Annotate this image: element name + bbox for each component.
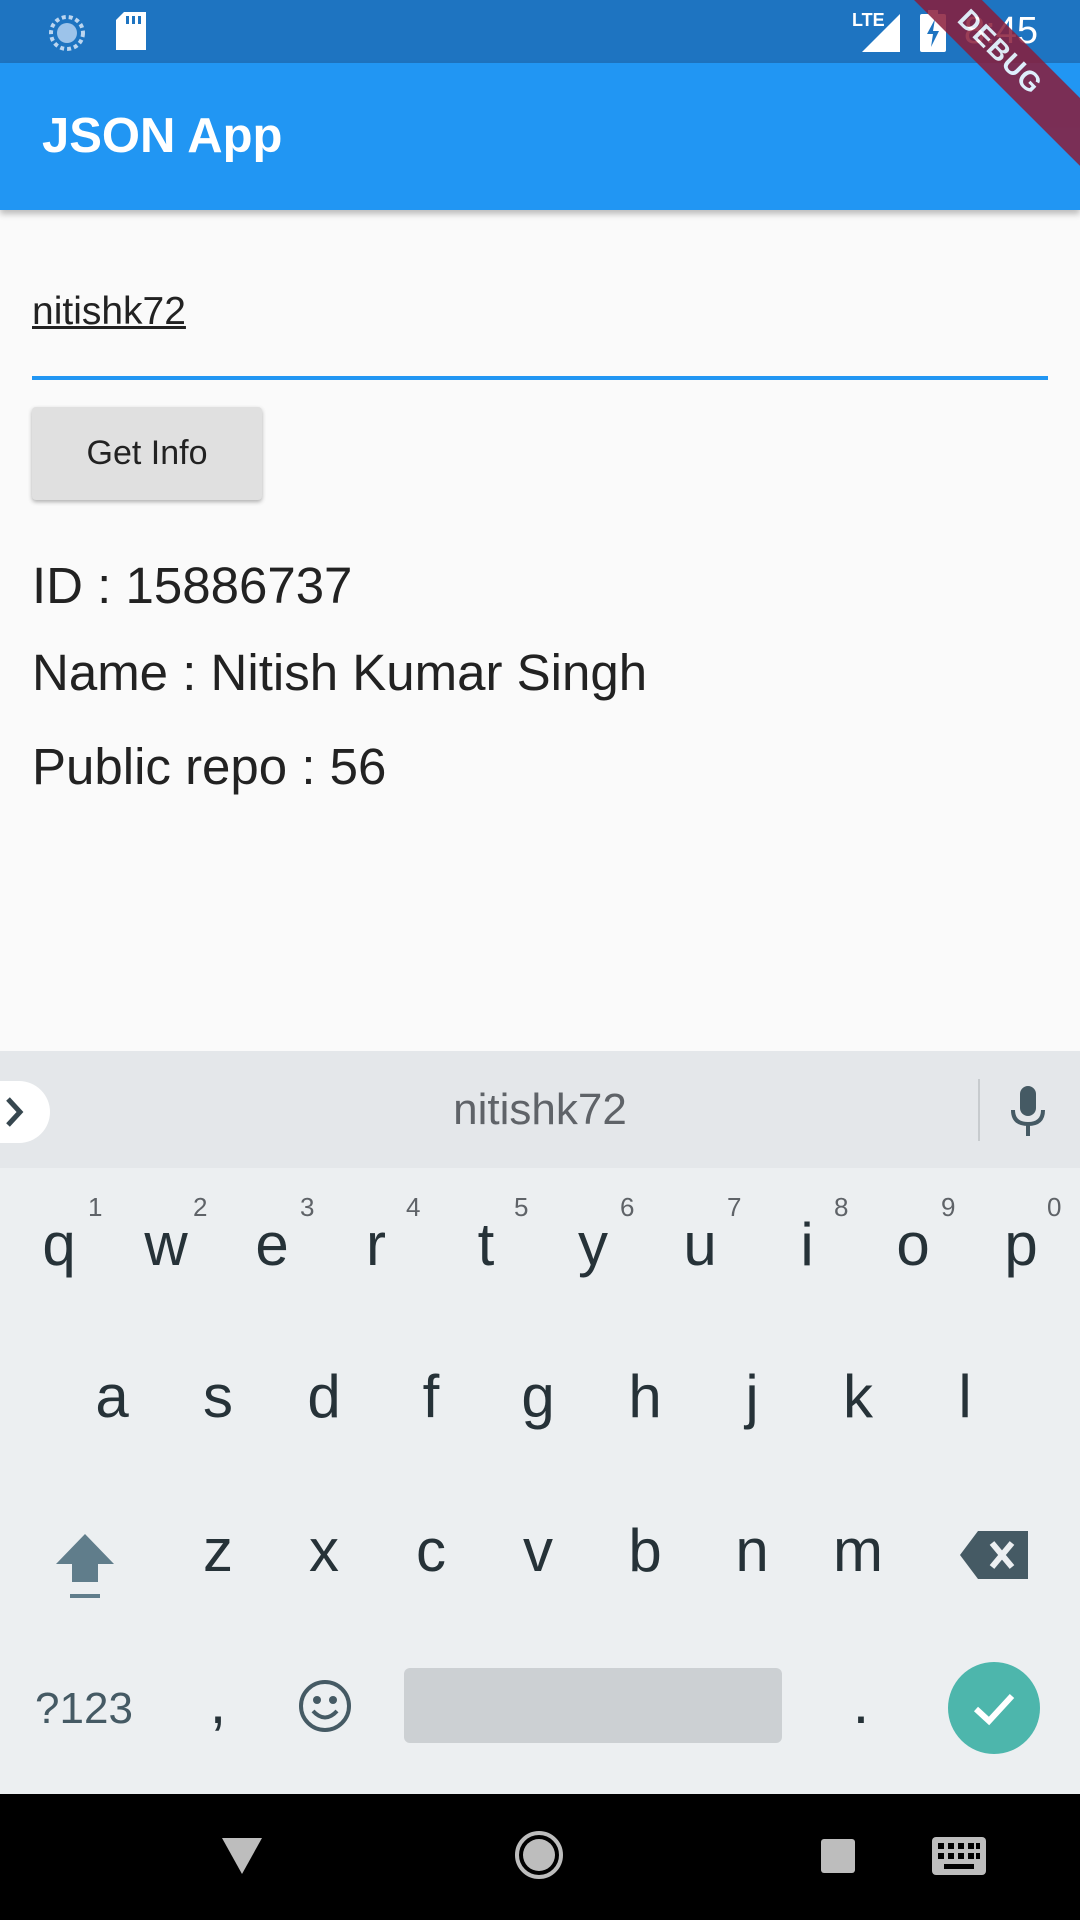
key-j[interactable]: j	[702, 1362, 802, 1431]
key-m[interactable]: m	[808, 1516, 908, 1585]
key-hint: 1	[88, 1192, 103, 1222]
backspace-icon[interactable]	[960, 1531, 1028, 1579]
key-hint: 6	[620, 1192, 635, 1222]
recents-icon[interactable]	[821, 1839, 855, 1873]
get-info-button[interactable]: Get Info	[32, 407, 262, 500]
key-b[interactable]: b	[595, 1516, 695, 1585]
symbols-key[interactable]: ?123	[34, 1684, 134, 1734]
key-hint: 3	[300, 1192, 315, 1222]
key-h[interactable]: h	[595, 1362, 695, 1431]
user-name-text: Name : Nitish Kumar Singh	[32, 644, 648, 701]
key-g[interactable]: g	[488, 1362, 588, 1431]
shift-icon[interactable]	[50, 1530, 120, 1602]
username-field[interactable]: nitishk72	[32, 290, 1048, 382]
key-hint: 4	[406, 1192, 421, 1222]
key-z[interactable]: z	[168, 1516, 268, 1585]
key-comma[interactable]: ,	[168, 1668, 268, 1737]
username-input[interactable]: nitishk72	[32, 290, 186, 334]
emoji-icon[interactable]	[297, 1678, 353, 1734]
back-icon[interactable]	[222, 1838, 262, 1874]
suggestion-divider	[978, 1079, 980, 1141]
done-button[interactable]	[948, 1662, 1040, 1754]
key-s[interactable]: s	[168, 1362, 268, 1431]
app-title: JSON App	[42, 109, 283, 163]
key-k[interactable]: k	[808, 1362, 908, 1431]
space-key[interactable]	[404, 1668, 782, 1743]
key-period[interactable]: .	[811, 1668, 911, 1737]
key-hint: 7	[727, 1192, 742, 1222]
public-repo-text: Public repo : 56	[32, 738, 387, 795]
key-hint: 9	[941, 1192, 956, 1222]
key-n[interactable]: n	[702, 1516, 802, 1585]
key-v[interactable]: v	[488, 1516, 588, 1585]
key-hint: 5	[514, 1192, 529, 1222]
key-f[interactable]: f	[381, 1362, 481, 1431]
field-focus-underline	[32, 376, 1048, 380]
status-bar: LTE 8:45	[0, 0, 1080, 63]
user-id-text: ID : 15886737	[32, 557, 353, 614]
signal-icon	[862, 14, 900, 52]
checkmark-icon	[973, 1693, 1015, 1726]
sd-card-icon	[116, 12, 146, 50]
key-c[interactable]: c	[381, 1516, 481, 1585]
navigation-bar	[0, 1794, 1080, 1920]
suggestion-word[interactable]: nitishk72	[0, 1085, 1080, 1135]
key-a[interactable]: a	[62, 1362, 162, 1431]
key-x[interactable]: x	[274, 1516, 374, 1585]
key-hint: 2	[193, 1192, 208, 1222]
suggestion-strip: nitishk72	[0, 1051, 1080, 1168]
home-icon[interactable]	[513, 1829, 565, 1881]
app-bar: JSON App	[0, 63, 1080, 210]
keyboard-icon[interactable]	[932, 1837, 986, 1875]
key-hint: 0	[1047, 1192, 1062, 1222]
key-d[interactable]: d	[274, 1362, 374, 1431]
microphone-icon[interactable]	[1008, 1086, 1048, 1138]
sync-icon	[49, 15, 85, 51]
key-hint: 8	[834, 1192, 849, 1222]
key-l[interactable]: l	[915, 1362, 1015, 1431]
